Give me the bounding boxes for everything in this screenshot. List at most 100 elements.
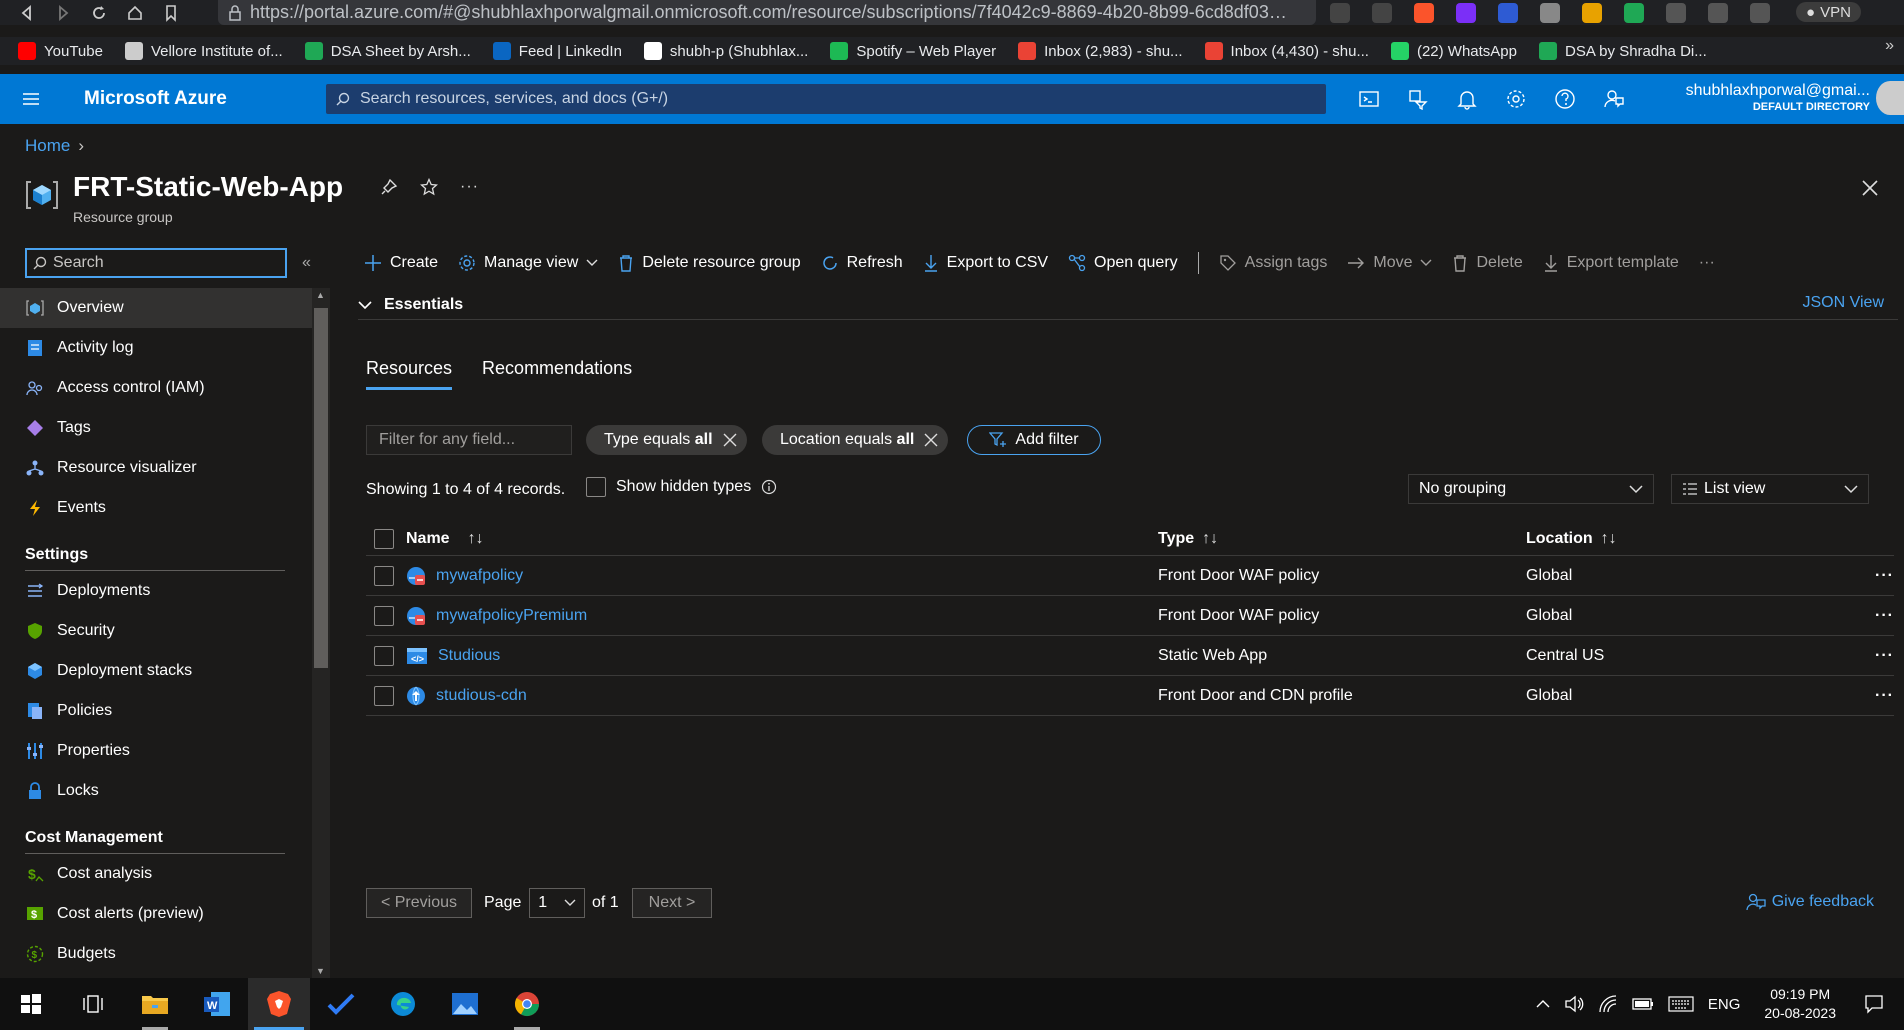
favorite-star-icon[interactable] — [420, 178, 438, 196]
essentials-toggle[interactable]: Essentials — [358, 290, 1898, 320]
view-select[interactable]: List view — [1671, 474, 1869, 504]
filter-input[interactable]: Filter for any field... — [366, 425, 572, 455]
address-bar[interactable]: https://portal.azure.com/#@shubhlaxhporw… — [218, 0, 1316, 25]
table-row[interactable]: </> Studious Static Web App Central US ··· — [366, 636, 1894, 676]
export-csv-button[interactable]: Export to CSV — [923, 254, 1048, 272]
portal-menu-icon[interactable] — [0, 74, 62, 124]
next-page-button[interactable]: Next > — [632, 888, 712, 918]
table-row[interactable]: studious-cdn Front Door and CDN profile Gl… — [366, 676, 1894, 716]
sidebar-item-tags[interactable]: Tags — [0, 408, 312, 448]
feedback-icon[interactable] — [1603, 88, 1625, 110]
pin-icon[interactable] — [380, 178, 398, 196]
previous-page-button[interactable]: < Previous — [366, 888, 472, 918]
language-indicator[interactable]: ENG — [1708, 996, 1741, 1013]
bookmark-item[interactable]: Inbox (2,983) - shu... — [1018, 42, 1183, 60]
brave-browser-icon[interactable] — [248, 978, 310, 1030]
notification-center-icon[interactable] — [1864, 994, 1884, 1014]
sidebar-item-policies[interactable]: Policies — [0, 691, 312, 731]
export-template-button[interactable]: Export template — [1543, 254, 1679, 272]
open-query-button[interactable]: Open query — [1068, 254, 1178, 272]
bookmark-item[interactable]: Feed | LinkedIn — [492, 42, 622, 60]
collapse-nav-button[interactable]: « — [302, 254, 311, 272]
close-icon[interactable] — [924, 433, 938, 447]
resource-name-link[interactable]: mywafpolicy — [436, 567, 523, 585]
sidebar-item-locks[interactable]: Locks — [0, 771, 312, 811]
keyboard-icon[interactable] — [1668, 996, 1694, 1012]
windows-start-icon[interactable] — [0, 978, 62, 1030]
tab-recommendations[interactable]: Recommendations — [482, 358, 632, 390]
bookmark-item[interactable]: Spotify – Web Player — [830, 42, 996, 60]
bookmark-item[interactable]: Inbox (4,430) - shu... — [1204, 42, 1369, 60]
json-view-link[interactable]: JSON View — [1802, 294, 1884, 312]
row-checkbox[interactable] — [374, 645, 394, 666]
window-icon[interactable] — [1750, 2, 1770, 23]
brave-rewards-icon[interactable] — [1456, 2, 1476, 23]
sidebar-item-budgets[interactable]: $ Budgets — [0, 934, 312, 974]
edge-browser-icon[interactable] — [372, 978, 434, 1030]
sidebar-item-access-control-iam[interactable]: Access control (IAM) — [0, 368, 312, 408]
name-column-header[interactable]: Name ↑↓ — [406, 530, 1158, 548]
refresh-button[interactable]: Refresh — [821, 254, 903, 272]
file-explorer-icon[interactable] — [124, 978, 186, 1030]
tab-resources[interactable]: Resources — [366, 358, 453, 390]
extension-lock-icon[interactable] — [1624, 2, 1644, 23]
back-icon[interactable] — [18, 4, 36, 22]
select-all-checkbox[interactable] — [374, 528, 394, 549]
type-column-header[interactable]: Type ↑↓ — [1158, 530, 1526, 548]
cast-icon[interactable] — [1330, 2, 1350, 23]
row-checkbox[interactable] — [374, 605, 394, 626]
toolbar-more-button[interactable]: ··· — [1699, 254, 1715, 272]
extension-owl-icon[interactable] — [1540, 2, 1560, 23]
info-icon[interactable] — [761, 479, 777, 495]
bookmark-item[interactable]: YouTube — [18, 42, 103, 60]
bookmark-item[interactable]: DSA Sheet by Arsh... — [304, 42, 471, 60]
sidebar-item-security[interactable]: Security — [0, 611, 312, 651]
type-filter-pill[interactable]: Type equals all — [586, 425, 747, 455]
sidebar-icon[interactable] — [1708, 2, 1728, 23]
row-more-button[interactable]: ··· — [1860, 647, 1894, 665]
row-more-button[interactable]: ··· — [1860, 567, 1894, 585]
bookmark-item[interactable]: DSA by Shradha Di... — [1539, 42, 1707, 60]
chrome-icon[interactable] — [496, 978, 558, 1030]
move-button[interactable]: Move — [1347, 254, 1432, 272]
nav-scrollbar[interactable]: ▲ ▼ — [312, 288, 330, 978]
bookmarks-more-button[interactable]: » — [1885, 37, 1894, 55]
share-icon[interactable] — [1372, 2, 1392, 23]
sidebar-item-properties[interactable]: Properties — [0, 731, 312, 771]
todo-icon[interactable] — [310, 978, 372, 1030]
sidebar-item-cost-analysis[interactable]: $ Cost analysis — [0, 854, 312, 894]
checkbox[interactable] — [586, 477, 606, 497]
show-hidden-types-checkbox[interactable]: Show hidden types — [586, 477, 777, 497]
account-menu[interactable]: shubhlaxhporwal@gmai... DEFAULT DIRECTOR… — [1686, 82, 1870, 113]
close-icon[interactable] — [723, 433, 737, 447]
extension-shield-icon[interactable] — [1498, 2, 1518, 23]
manage-view-button[interactable]: Manage view — [458, 254, 598, 272]
vpn-button[interactable]: ● VPN — [1796, 2, 1861, 22]
reload-icon[interactable] — [90, 4, 108, 22]
extensions-puzzle-icon[interactable] — [1666, 2, 1686, 23]
give-feedback-link[interactable]: Give feedback — [1746, 893, 1874, 911]
table-row[interactable]: mywafpolicy Front Door WAF policy Global ··… — [366, 556, 1894, 596]
row-checkbox[interactable] — [374, 685, 394, 706]
page-select[interactable]: 1 — [529, 888, 585, 918]
home-icon[interactable] — [126, 4, 144, 22]
sidebar-item-overview[interactable]: Overview — [0, 288, 312, 328]
row-checkbox[interactable] — [374, 565, 394, 586]
nav-search-input[interactable]: Search — [25, 248, 287, 278]
row-more-button[interactable]: ··· — [1860, 607, 1894, 625]
directory-filter-icon[interactable] — [1407, 88, 1429, 110]
sidebar-item-events[interactable]: Events — [0, 488, 312, 528]
add-filter-button[interactable]: Add filter — [967, 425, 1101, 455]
more-options-icon[interactable]: ··· — [460, 178, 479, 196]
task-view-icon[interactable] — [62, 978, 124, 1030]
location-column-header[interactable]: Location ↑↓ — [1526, 530, 1860, 548]
nav-scrollbar-thumb[interactable] — [314, 308, 328, 668]
extension-lh-icon[interactable] — [1582, 2, 1602, 23]
grouping-select[interactable]: No grouping — [1408, 474, 1654, 504]
sidebar-item-resource-visualizer[interactable]: Resource visualizer — [0, 448, 312, 488]
sidebar-item-activity-log[interactable]: Activity log — [0, 328, 312, 368]
bookmark-item[interactable]: Vellore Institute of... — [124, 42, 283, 60]
chevron-up-icon[interactable] — [1536, 999, 1550, 1009]
notifications-bell-icon[interactable] — [1456, 88, 1478, 110]
sidebar-item-cost-alerts-preview[interactable]: $ Cost alerts (preview) — [0, 894, 312, 934]
